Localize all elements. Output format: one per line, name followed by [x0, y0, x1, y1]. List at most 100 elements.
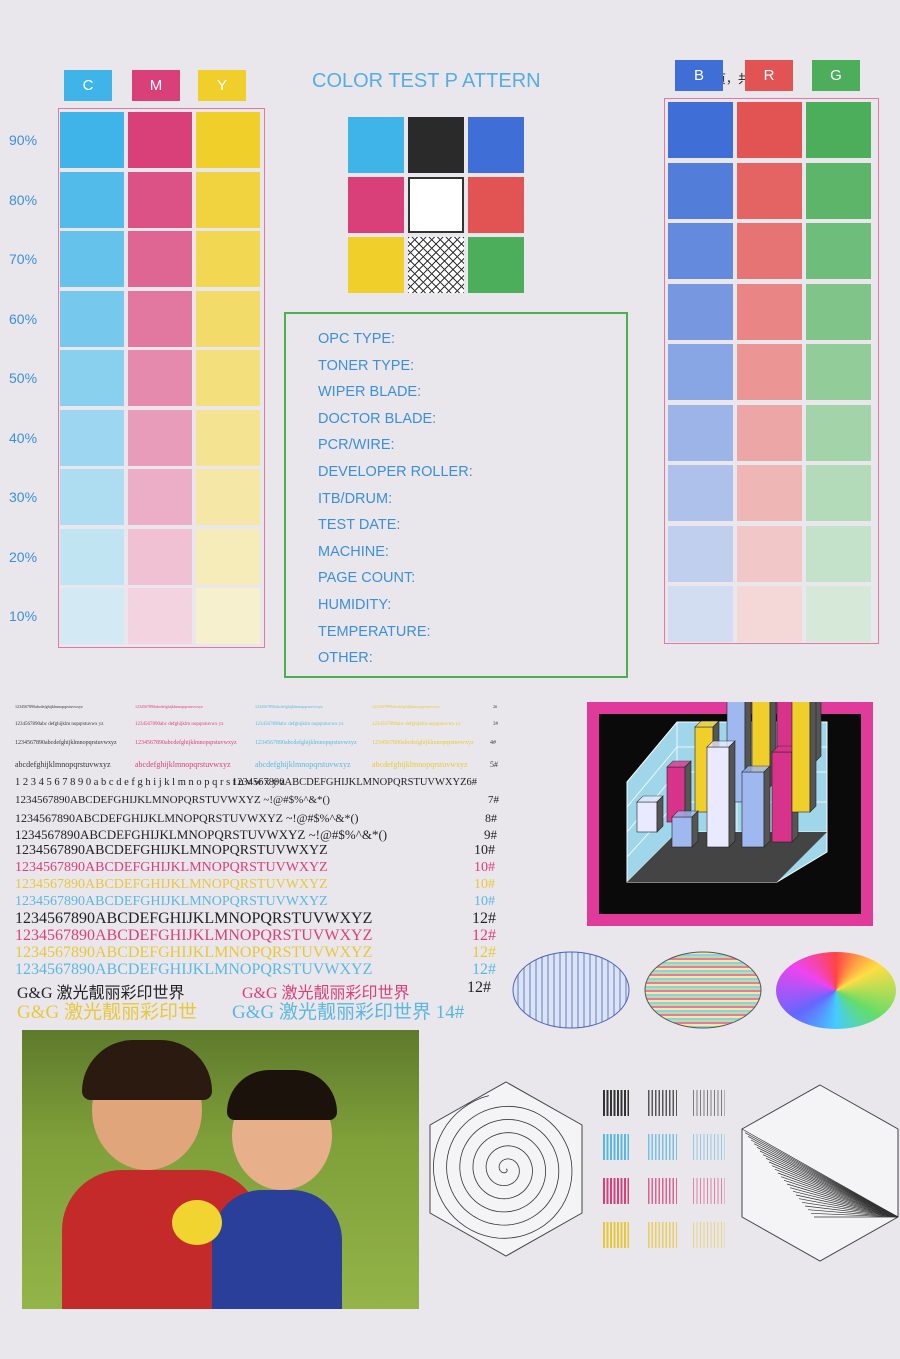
form-field-label: WIPER BLADE: — [318, 384, 422, 401]
text-sample-segment: 1234567890abcdefghijklmnopqrstuvwxyz — [135, 704, 203, 709]
swatch-m-20 — [128, 528, 192, 585]
text-sample-segment: 8# — [485, 811, 497, 825]
percentage-label: 80% — [9, 191, 38, 208]
form-field-label: MACHINE: — [318, 543, 389, 560]
stripe-swatch — [693, 1178, 725, 1204]
swatch-g-80 — [806, 162, 871, 219]
text-sample-segment: 1234567890abc defghijklm nopqrstuvwx yz — [135, 722, 224, 727]
swatch-b-20 — [668, 525, 733, 582]
percentage-label: 10% — [9, 608, 38, 624]
text-sample-segment: 3# — [493, 722, 498, 727]
swatch-r-60 — [737, 283, 802, 340]
swatch-r-70 — [737, 223, 802, 279]
percentage-label: 30% — [9, 489, 38, 505]
text-sample-segment: 1234567890abcdefghijklmnopqrstuvwxyz — [372, 704, 440, 709]
grid-cell — [348, 117, 404, 173]
swatch-g-70 — [806, 223, 871, 279]
swatch-y-50 — [196, 350, 260, 406]
swatch-c-30 — [60, 469, 124, 525]
swatch-m-80 — [128, 171, 192, 228]
swatch-g-30 — [806, 465, 871, 521]
test-info-form: OPC TYPE: TONER TYPE: WIPER BLADE: DOCTOR B… — [284, 312, 628, 678]
text-sample-segment: 12# — [467, 979, 491, 996]
ellipse-color-wheel — [776, 952, 896, 1029]
text-sample-segment: 1234567890ABCDEFGHIJKLMNOPQRSTUVWXYZ — [15, 894, 328, 909]
text-sample-segment: 1234567890abc defghijklm nopqrstuvwx yz — [15, 722, 104, 727]
grid-cell — [348, 237, 404, 293]
text-sample-segment: 1234567890abc defghijklm nopqrstuvwx yz — [372, 722, 461, 727]
grid-cell — [468, 237, 524, 293]
percentage-label: 70% — [9, 251, 38, 267]
stripe-swatch — [603, 1178, 629, 1204]
text-sample-segment: 1234567890ABCDEFGHIJKLMNOPQRSTUVWXYZ — [15, 927, 373, 944]
text-sample-segment: 1234567890ABCDEFGHIJKLMNOPQRSTUVWXYZ ~!@… — [15, 827, 388, 842]
text-sample-segment: 10# — [474, 843, 495, 858]
grid-cell — [348, 177, 404, 233]
swatch-b-10 — [668, 586, 733, 642]
swatch-r-80 — [737, 162, 802, 219]
form-field-label: TEMPERATURE: — [318, 623, 431, 640]
swatch-m-70 — [128, 231, 192, 287]
stripe-swatch — [648, 1134, 677, 1160]
text-sample-segment: 9# — [484, 827, 497, 842]
text-sample-segment: 12# — [472, 910, 496, 927]
stripe-swatch — [693, 1090, 725, 1116]
text-sample-segment: 12# — [472, 944, 496, 961]
stripe-swatch — [648, 1090, 677, 1116]
percentage-label: 60% — [9, 310, 38, 327]
text-sample-segment: 1234567890abcdefghijklmnopqrstuvwxyz — [372, 740, 474, 746]
text-sample-segment: 1234567890abcdefghijklmnopqrstuvwxyz — [255, 740, 357, 746]
line-fan-hexagon — [741, 1084, 899, 1262]
swatch-r-40 — [737, 404, 802, 461]
grid-cell — [408, 177, 464, 233]
swatch-c-70 — [60, 231, 124, 287]
chart-bar — [791, 702, 817, 813]
text-sample-segment: abcdefghijklmnopqrstuvwxyz — [372, 760, 468, 769]
stripe-swatch — [603, 1134, 629, 1160]
swatch-b-50 — [668, 344, 733, 400]
ellipse-rainbow-stripes — [644, 951, 762, 1029]
text-sample-segment: 1234567890abcdefghijklmnopqrstuvwxyz — [255, 704, 323, 709]
stripe-swatch — [693, 1134, 725, 1160]
swatch-g-40 — [806, 404, 871, 461]
stripe-swatch — [648, 1178, 677, 1204]
spiral-hexagon — [429, 1081, 583, 1257]
text-sample-segment: abcdefghijklmnopqrstuvwxyz — [15, 760, 111, 769]
text-sample-segment: 1234567890ABCDEFGHIJKLMNOPQRSTUVWXYZ — [15, 910, 373, 927]
swatch-g-50 — [806, 344, 871, 400]
form-field-label: HUMIDITY: — [318, 597, 392, 613]
stripe-swatch — [603, 1222, 629, 1248]
form-field-label: PAGE COUNT: — [318, 570, 416, 587]
swatch-y-20 — [196, 528, 260, 585]
text-sample-segment: 1234567890abc defghijklm nopqrstuvwx yz — [255, 722, 344, 727]
swatch-m-50 — [128, 350, 192, 406]
channel-label-b: B — [675, 60, 723, 91]
text-sample-segment: 1234567890ABCDEFGHIJKLMNOPQRSTUVWXYZ — [15, 944, 373, 961]
page-title: COLOR TEST P ATTERN — [312, 70, 541, 92]
stripe-swatch — [648, 1222, 677, 1248]
chart-bar — [741, 765, 771, 848]
swatch-r-90 — [737, 102, 802, 158]
chart-bar — [636, 795, 664, 833]
text-sample-segment: 10# — [474, 860, 495, 875]
text-sample-segment: 1234567890ABCDEFGHIJKLMNOPQRSTUVWXYZ — [15, 961, 373, 978]
swatch-g-20 — [806, 525, 871, 582]
form-field-label: ITB/DRUM: — [318, 490, 393, 507]
grid-cell — [408, 237, 464, 293]
text-sample-segment: 12# — [472, 961, 496, 978]
text-sample-segment: abcdefghijklmnopqrstuvwxyz — [135, 760, 231, 769]
text-sample-segment: 1234567890abcdefghijklmnopqrstuvwxyz — [15, 740, 117, 746]
text-sample-segment: 1234567890ABCDEFGHIJKLMNOPQRSTUVWXYZ ~!@… — [15, 794, 330, 806]
swatch-r-50 — [737, 344, 802, 400]
swatch-c-80 — [60, 171, 124, 228]
channel-label-y: Y — [198, 70, 246, 101]
text-sample-segment: 5# — [490, 760, 498, 769]
form-field-label: TEST DATE: — [318, 517, 401, 534]
swatch-r-20 — [737, 525, 802, 582]
swatch-b-80 — [668, 162, 733, 219]
swatch-r-10 — [737, 586, 802, 642]
children-photo — [22, 1030, 419, 1309]
percentage-label: 20% — [9, 548, 38, 565]
text-sample-segment: 2# — [493, 704, 497, 709]
swatch-c-20 — [60, 528, 124, 585]
